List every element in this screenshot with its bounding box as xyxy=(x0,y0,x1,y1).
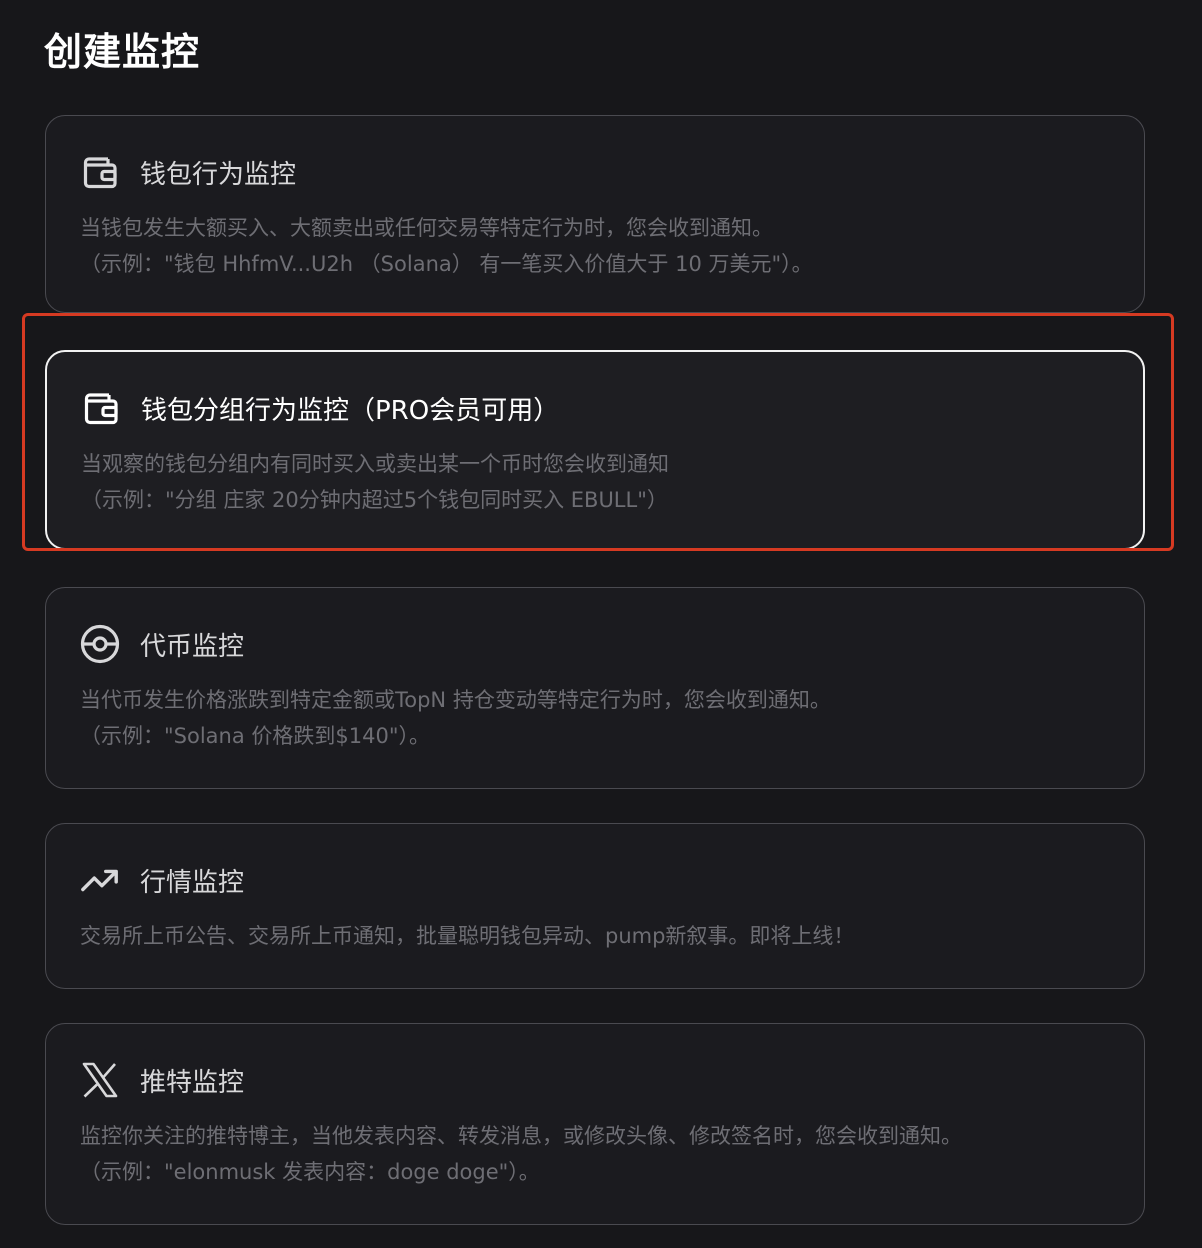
card-description: 当代币发生价格涨跌到特定金额或TopN 持仓变动等特定行为时，您会收到通知。 （… xyxy=(80,682,1110,754)
card-description: 交易所上币公告、交易所上币通知，批量聪明钱包异动、pump新叙事。即将上线！ xyxy=(80,918,1110,954)
trending-up-icon xyxy=(80,860,120,900)
description-example: （示例："Solana 价格跌到$140"）。 xyxy=(80,724,430,748)
card-header: 代币监控 xyxy=(80,624,1110,664)
description-line: 当代币发生价格涨跌到特定金额或TopN 持仓变动等特定行为时，您会收到通知。 xyxy=(80,688,831,712)
description-line: 监控你关注的推特博主，当他发表内容、转发消息，或修改头像、修改签名时，您会收到通… xyxy=(80,1124,962,1148)
card-header: 钱包分组行为监控（PRO会员可用） xyxy=(81,388,1109,428)
card-description: 当观察的钱包分组内有同时买入或卖出某一个币时您会收到通知 （示例："分组 庄家 … xyxy=(81,446,1109,518)
description-example: （示例："elonmusk 发表内容：doge doge"）。 xyxy=(80,1160,540,1184)
card-title: 代币监控 xyxy=(140,631,245,662)
description-line: 交易所上币公告、交易所上币通知，批量聪明钱包异动、pump新叙事。即将上线！ xyxy=(80,924,855,948)
description-line: 当观察的钱包分组内有同时买入或卖出某一个币时您会收到通知 xyxy=(81,452,669,476)
description-line: 当钱包发生大额买入、大额卖出或任何交易等特定行为时，您会收到通知。 xyxy=(80,216,773,240)
monitor-card-wallet-behavior[interactable]: 钱包行为监控 当钱包发生大额买入、大额卖出或任何交易等特定行为时，您会收到通知。… xyxy=(45,115,1145,313)
monitor-card-token[interactable]: 代币监控 当代币发生价格涨跌到特定金额或TopN 持仓变动等特定行为时，您会收到… xyxy=(45,587,1145,789)
monitor-card-market[interactable]: 行情监控 交易所上币公告、交易所上币通知，批量聪明钱包异动、pump新叙事。即将… xyxy=(45,823,1145,989)
monitor-card-twitter[interactable]: 推特监控 监控你关注的推特博主，当他发表内容、转发消息，或修改头像、修改签名时，… xyxy=(45,1023,1145,1225)
card-header: 推特监控 xyxy=(80,1060,1110,1100)
card-title: 行情监控 xyxy=(140,867,245,898)
description-example: （示例："分组 庄家 20分钟内超过5个钱包同时买入 EBULL"） xyxy=(81,488,668,512)
card-title: 推特监控 xyxy=(140,1067,245,1098)
description-example: （示例："钱包 HhfmV...U2h （Solana） 有一笔买入价值大于 1… xyxy=(80,252,813,276)
card-title: 钱包分组行为监控（PRO会员可用） xyxy=(141,395,560,426)
wallet-icon xyxy=(81,388,121,428)
x-logo-icon xyxy=(80,1060,120,1100)
wallet-icon xyxy=(80,152,120,192)
card-title: 钱包行为监控 xyxy=(140,159,297,190)
card-header: 钱包行为监控 xyxy=(80,152,1110,192)
token-icon xyxy=(80,624,120,664)
card-description: 监控你关注的推特博主，当他发表内容、转发消息，或修改头像、修改签名时，您会收到通… xyxy=(80,1118,1110,1190)
card-header: 行情监控 xyxy=(80,860,1110,900)
monitor-card-wallet-group[interactable]: 钱包分组行为监控（PRO会员可用） 当观察的钱包分组内有同时买入或卖出某一个币时… xyxy=(45,350,1145,550)
page-title: 创建监控 xyxy=(44,30,201,74)
card-description: 当钱包发生大额买入、大额卖出或任何交易等特定行为时，您会收到通知。 （示例："钱… xyxy=(80,210,1110,282)
